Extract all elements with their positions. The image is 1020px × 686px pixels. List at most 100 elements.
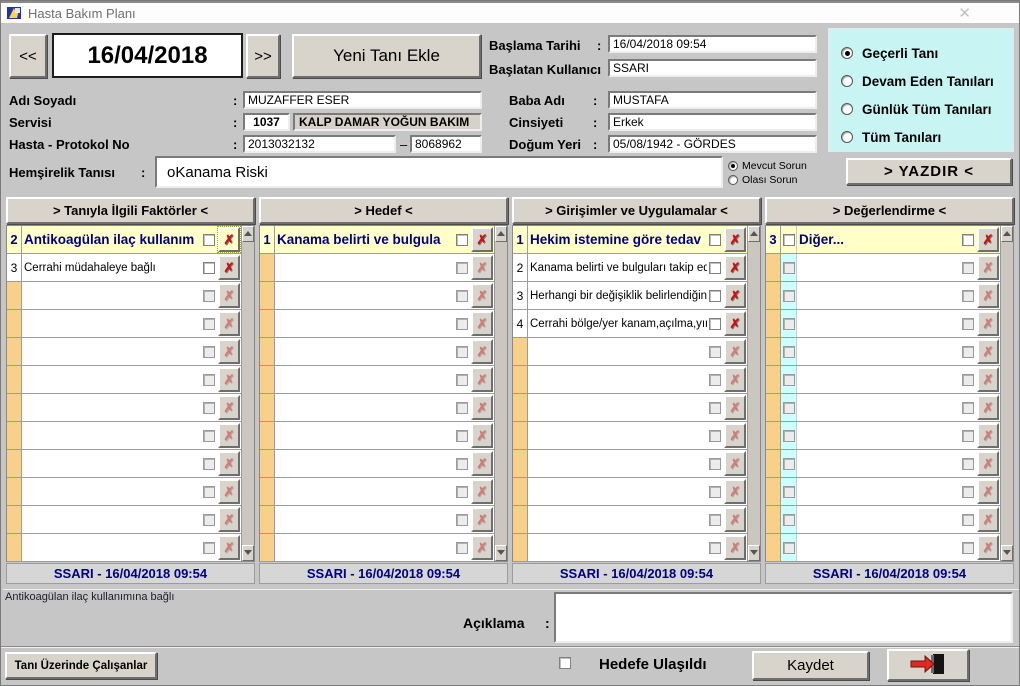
delete-icon: ✗ <box>224 513 235 526</box>
care-row[interactable]: 2Kanama belirti ve bulguları takip edili… <box>513 254 747 282</box>
scroll-up-icon[interactable] <box>748 226 760 242</box>
diagnosis-workers-button[interactable]: Tanı Üzerinde Çalışanlar <box>5 652 157 679</box>
filter-option-tum[interactable]: Tüm Tanıları <box>841 123 1013 151</box>
scroll-down-icon[interactable] <box>495 545 507 561</box>
delete-row-button: ✗ <box>218 339 240 364</box>
explanation-textarea[interactable] <box>554 592 1013 643</box>
care-row: ✗ <box>513 450 747 478</box>
scrollbar[interactable] <box>1000 226 1013 561</box>
start-date-input[interactable] <box>608 35 817 53</box>
row-text[interactable]: Antikoagülan ilaç kullanım <box>22 226 201 253</box>
delete-row-button[interactable]: ✗ <box>218 255 240 280</box>
row-text[interactable]: Cerrahi bölge/yer kanam,açılma,yırtılma <box>528 310 707 337</box>
column-header-button[interactable]: > Girişimler ve Uygulamalar < <box>512 197 761 224</box>
delete-row-button: ✗ <box>724 423 746 448</box>
scroll-down-icon[interactable] <box>242 545 254 561</box>
scroll-up-icon[interactable] <box>1001 226 1013 242</box>
row-checkbox <box>203 290 215 302</box>
scroll-up-icon[interactable] <box>495 226 507 242</box>
filter-option-gunluk-tum[interactable]: Günlük Tüm Tanıları <box>841 95 1013 123</box>
row-checkbox-left[interactable] <box>783 234 795 246</box>
problem-option-olasi[interactable]: Olası Sorun <box>728 174 826 186</box>
scroll-down-icon[interactable] <box>1001 545 1013 561</box>
care-row[interactable]: 4Cerrahi bölge/yer kanam,açılma,yırtılma… <box>513 310 747 338</box>
nursing-diagnosis-input[interactable] <box>155 156 723 188</box>
radio-icon[interactable] <box>841 103 853 115</box>
row-checkbox-left <box>783 262 795 274</box>
filter-option-devam-eden[interactable]: Devam Eden Tanıları <box>841 67 1013 95</box>
radio-icon[interactable] <box>728 175 738 185</box>
problem-option-mevcut[interactable]: Mevcut Sorun <box>728 160 826 172</box>
column-header-button[interactable]: > Hedef < <box>259 197 508 224</box>
row-checkbox-cell <box>454 338 470 365</box>
delete-row-button[interactable]: ✗ <box>218 227 240 252</box>
row-checkbox[interactable] <box>709 318 721 330</box>
row-checkbox[interactable] <box>203 262 215 274</box>
delete-row-button[interactable]: ✗ <box>724 227 746 252</box>
start-user-input[interactable] <box>608 59 817 77</box>
birthplace-input[interactable] <box>608 135 817 153</box>
delete-row-button[interactable]: ✗ <box>977 227 999 252</box>
delete-row-button[interactable]: ✗ <box>471 227 493 252</box>
protocol-no-input[interactable] <box>410 135 482 153</box>
delete-icon: ✗ <box>983 541 994 554</box>
save-button[interactable]: Kaydet <box>752 651 869 680</box>
row-checkbox[interactable] <box>203 234 215 246</box>
row-text <box>275 394 454 421</box>
row-text <box>275 534 454 561</box>
scrollbar[interactable] <box>494 226 507 561</box>
radio-icon[interactable] <box>728 161 738 171</box>
row-checkbox[interactable] <box>962 234 974 246</box>
delete-row-button[interactable]: ✗ <box>724 255 746 280</box>
row-text[interactable]: Herhangi bir değişiklik belirlendiğinde … <box>528 282 707 309</box>
row-checkbox <box>962 486 974 498</box>
row-text[interactable]: Kanama belirti ve bulgula <box>275 226 454 253</box>
print-button[interactable]: > YAZDIR < <box>846 158 1012 185</box>
row-text[interactable]: Diğer... <box>797 226 960 253</box>
delete-row-button[interactable]: ✗ <box>724 311 746 336</box>
father-input[interactable] <box>608 91 817 109</box>
patient-name-input[interactable] <box>243 91 482 109</box>
scrollbar[interactable] <box>747 226 760 561</box>
patient-no-input[interactable] <box>243 135 396 153</box>
column-header-button[interactable]: > Tanıyla İlgili Faktörler < <box>6 197 255 224</box>
filter-option-gecerli-tani[interactable]: Geçerli Tanı <box>841 39 1013 67</box>
prev-date-button[interactable]: << <box>9 34 47 78</box>
row-text[interactable]: Kanama belirti ve bulguları takip edilir… <box>528 254 707 281</box>
care-row[interactable]: 3Cerrahi müdahaleye bağlı✗ <box>7 254 241 282</box>
row-checkbox[interactable] <box>709 234 721 246</box>
row-text <box>528 478 707 505</box>
row-text[interactable]: Hekim istemine göre tedav <box>528 226 707 253</box>
row-checkbox-cell <box>960 366 976 393</box>
exit-button[interactable] <box>887 649 969 681</box>
scroll-down-icon[interactable] <box>748 545 760 561</box>
row-checkbox[interactable] <box>709 290 721 302</box>
care-row[interactable]: 1Kanama belirti ve bulgula ✗ <box>260 226 494 254</box>
scroll-up-icon[interactable] <box>242 226 254 242</box>
gender-input[interactable] <box>608 113 817 131</box>
row-checkbox-cell <box>201 506 217 533</box>
column-header-button[interactable]: > Değerlendirme < <box>765 197 1014 224</box>
row-number <box>766 338 781 365</box>
row-text[interactable]: Cerrahi müdahaleye bağlı <box>22 254 201 281</box>
row-text <box>797 422 960 449</box>
delete-icon: ✗ <box>983 317 994 330</box>
row-checkbox[interactable] <box>456 234 468 246</box>
care-row[interactable]: 3Diğer...✗ <box>766 226 1000 254</box>
care-row[interactable]: 2Antikoagülan ilaç kullanım✗ <box>7 226 241 254</box>
radio-icon[interactable] <box>841 131 853 143</box>
new-diagnosis-button[interactable]: Yeni Tanı Ekle <box>292 34 481 78</box>
close-icon[interactable]: ✕ <box>958 4 971 22</box>
next-date-button[interactable]: >> <box>246 34 280 78</box>
scrollbar[interactable] <box>241 226 254 561</box>
radio-icon[interactable] <box>841 75 853 87</box>
radio-icon[interactable] <box>841 47 853 59</box>
row-number: 1 <box>260 226 275 253</box>
delete-row-button[interactable]: ✗ <box>724 283 746 308</box>
row-number <box>7 366 22 393</box>
care-row[interactable]: 1Hekim istemine göre tedav✗ <box>513 226 747 254</box>
goal-reached-checkbox[interactable] <box>559 657 571 669</box>
row-checkbox[interactable] <box>709 262 721 274</box>
care-row[interactable]: 3Herhangi bir değişiklik belirlendiğinde… <box>513 282 747 310</box>
care-row: ✗ <box>7 450 241 478</box>
